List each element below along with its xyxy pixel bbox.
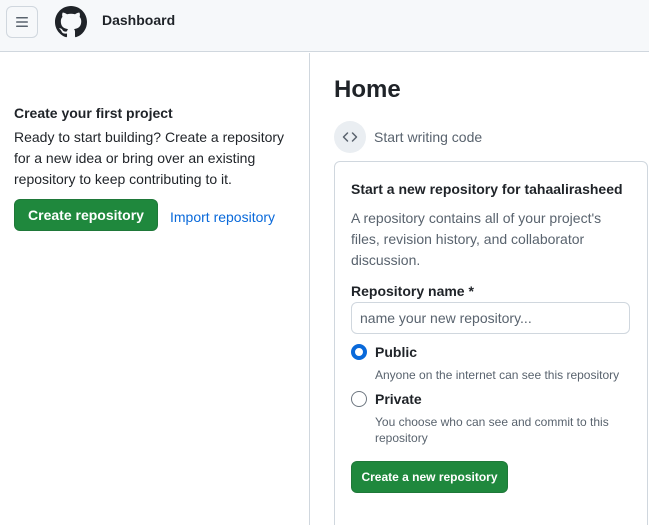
top-header: Dashboard (0, 0, 649, 52)
header-title[interactable]: Dashboard (102, 12, 175, 28)
menu-button[interactable] (6, 6, 38, 38)
private-label[interactable]: Private (375, 391, 422, 407)
first-project-title: Create your first project (14, 105, 173, 121)
public-label[interactable]: Public (375, 344, 417, 360)
create-repository-button[interactable]: Create repository (14, 199, 158, 231)
start-writing-label: Start writing code (374, 129, 483, 145)
code-icon (342, 132, 358, 142)
card-description: A repository contains all of your projec… (351, 210, 602, 268)
left-sidebar: Create your first project Ready to start… (0, 53, 310, 525)
code-icon-badge (334, 121, 366, 153)
private-radio[interactable] (351, 391, 367, 407)
public-help-text: Anyone on the internet can see this repo… (375, 368, 620, 382)
page-title: Home (334, 76, 401, 103)
import-repository-link[interactable]: Import repository (170, 209, 275, 225)
new-repository-card: Start a new repository for tahaalirashee… (334, 161, 648, 525)
create-new-repository-button[interactable]: Create a new repository (351, 461, 508, 493)
private-help-text: You choose who can see and commit to thi… (375, 415, 609, 445)
repository-name-input[interactable] (351, 302, 630, 334)
public-radio[interactable] (351, 344, 367, 360)
card-title: Start a new repository for tahaalirashee… (351, 181, 623, 197)
github-logo-icon[interactable] (55, 6, 87, 38)
hamburger-icon (16, 17, 28, 27)
repository-name-label: Repository name * (351, 283, 474, 299)
first-project-description: Ready to start building? Create a reposi… (14, 129, 285, 187)
